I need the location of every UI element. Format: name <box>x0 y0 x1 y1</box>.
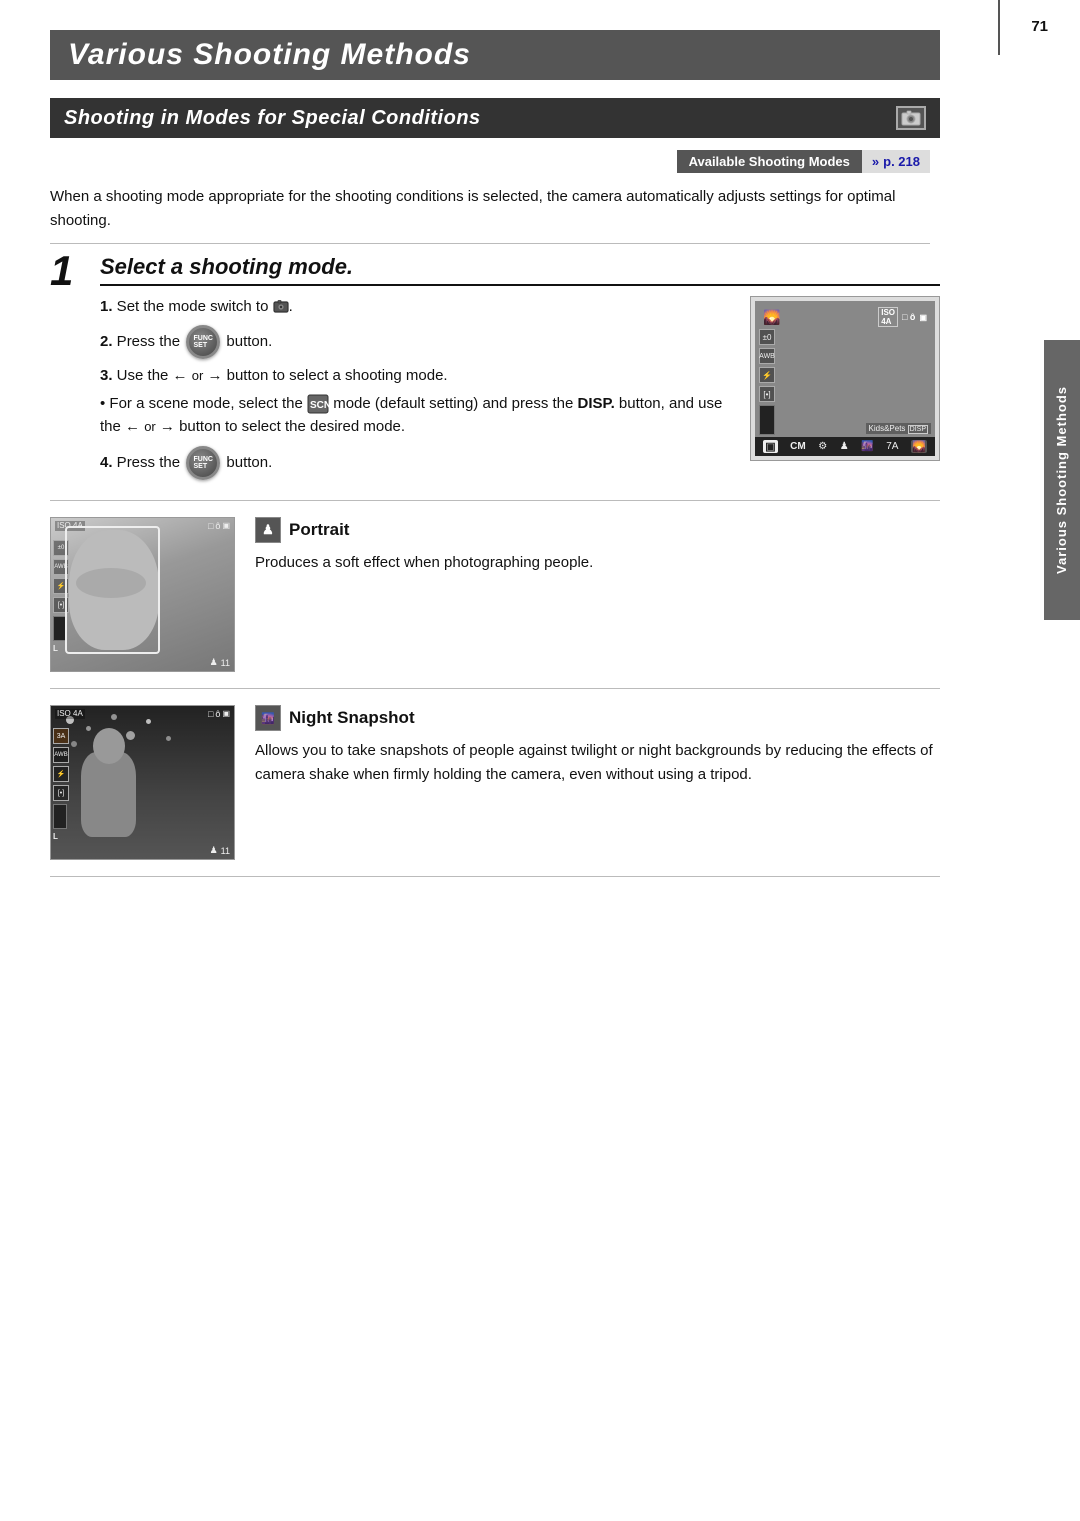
modes-bar-label: Available Shooting Modes <box>677 150 862 173</box>
main-content: Various Shooting Methods Shooting in Mod… <box>50 0 1030 877</box>
cam-mode-gear: ⚙ <box>818 441 827 452</box>
night-cam-top: ISO 4A □ ô ▣ <box>51 709 234 719</box>
step-number: 1 <box>50 250 73 292</box>
cam-exposure-icon: ±0 <box>759 329 775 345</box>
portrait-desc: Produces a soft effect when photographin… <box>255 551 940 575</box>
section-header: Shooting in Modes for Special Conditions <box>50 98 940 138</box>
cam-top-right: ISO4A □ ô ▣ <box>878 307 927 327</box>
cam-display-inner: 🌄 ISO4A □ ô ▣ ±0 AWB ⚡ [•] <box>755 301 935 456</box>
step-number-col: 1 <box>50 254 100 486</box>
side-tab-text: Various Shooting Methods <box>1054 386 1071 574</box>
bullet-note: • For a scene mode, select the SCN mode … <box>100 393 740 438</box>
intro-text: When a shooting mode appropriate for the… <box>50 185 930 244</box>
portrait-info: ♟ Portrait Produces a soft effect when p… <box>255 517 940 575</box>
portrait-focus-box <box>65 526 160 654</box>
instructions-text: 1. Set the mode switch to . 2. Press the… <box>100 296 750 486</box>
portrait-title: Portrait <box>289 520 349 540</box>
modes-page-ref: p. 218 <box>883 154 920 169</box>
night-info: 🌆 Night Snapshot Allows you to take snap… <box>255 705 940 787</box>
portrait-cam-bottom: ♟ 11 <box>51 657 234 668</box>
svg-text:SCN: SCN <box>310 400 329 411</box>
camera-icon <box>896 106 926 130</box>
cam-wb-icon: AWB <box>759 348 775 364</box>
portrait-image: ISO 4A □ ô ▣ ±0 AWB ⚡ [•] L ♟ 11 <box>50 517 235 672</box>
func-button: FUNCSET <box>186 325 220 359</box>
cam-mode-auto: ▣ <box>763 440 777 453</box>
camera-display: 🌄 ISO4A □ ô ▣ ±0 AWB ⚡ [•] <box>750 296 940 461</box>
night-image: ISO 4A □ ô ▣ 3A AWB ⚡ [•] L ♟ 11 <box>50 705 235 860</box>
night-person <box>81 752 136 837</box>
cam-meter-icon: [•] <box>759 386 775 402</box>
cam-mode-night: 🌆 <box>861 441 873 452</box>
modes-bar-link[interactable]: » p. 218 <box>862 150 930 173</box>
cam-scene-icon: 🌄 <box>763 309 780 326</box>
cam-mode-scn: 🌄 <box>911 440 927 453</box>
step-1-section: 1 Select a shooting mode. 1. Set the mod… <box>50 254 940 501</box>
modes-bar: Available Shooting Modes » p. 218 <box>50 150 930 173</box>
cam-flash-icon: ⚡ <box>759 367 775 383</box>
kids-pets-label: Kids&Pets DISP <box>866 423 931 434</box>
portrait-section: ISO 4A □ ô ▣ ±0 AWB ⚡ [•] L ♟ 11 <box>50 501 940 689</box>
cam-level-bar <box>759 405 775 435</box>
night-head <box>93 728 125 764</box>
step-title-text: Select a shooting mode. <box>100 254 353 280</box>
portrait-icon: ♟ <box>255 517 281 543</box>
cam-mode-7a: 7A <box>886 441 898 452</box>
func-button-2: FUNCSET <box>186 446 220 480</box>
night-cam-left: 3A AWB ⚡ [•] L <box>53 728 69 841</box>
instruction-2: 2. Press the FUNCSET button. <box>100 325 740 359</box>
night-cam-bottom: ♟ 11 <box>51 845 234 856</box>
step-content: Select a shooting mode. 1. Set the mode … <box>100 254 940 486</box>
instructions-list: 1. Set the mode switch to . 2. Press the… <box>100 296 740 387</box>
instructions-list-2: 4. Press the FUNCSET button. <box>100 446 740 480</box>
night-icon: 🌆 <box>255 705 281 731</box>
night-snapshot-section: ISO 4A □ ô ▣ 3A AWB ⚡ [•] L ♟ 11 <box>50 689 940 877</box>
instruction-1: 1. Set the mode switch to . <box>100 296 740 319</box>
title-bar: Various Shooting Methods <box>50 30 940 80</box>
night-title: Night Snapshot <box>289 708 415 728</box>
page-number: 71 <box>1031 18 1048 35</box>
cam-mode-portrait: ♟ <box>840 441 849 452</box>
night-desc: Allows you to take snapshots of people a… <box>255 739 940 787</box>
top-rule <box>998 0 1000 55</box>
section-title: Shooting in Modes for Special Conditions <box>64 107 888 130</box>
chevron-icon: » <box>872 154 879 169</box>
step-instructions: 1. Set the mode switch to . 2. Press the… <box>100 296 940 486</box>
side-tab: Various Shooting Methods <box>1044 340 1080 620</box>
portrait-title-row: ♟ Portrait <box>255 517 940 543</box>
page-title: Various Shooting Methods <box>68 38 922 72</box>
night-title-row: 🌆 Night Snapshot <box>255 705 940 731</box>
instruction-4: 4. Press the FUNCSET button. <box>100 446 740 480</box>
instruction-3: 3. Use the ← or → button to select a sho… <box>100 365 740 388</box>
step-title: Select a shooting mode. <box>100 254 940 286</box>
cam-mode-row: ▣ CM ⚙ ♟ 🌆 7A 🌄 <box>755 437 935 456</box>
cam-mode-cm: CM <box>790 441 806 452</box>
